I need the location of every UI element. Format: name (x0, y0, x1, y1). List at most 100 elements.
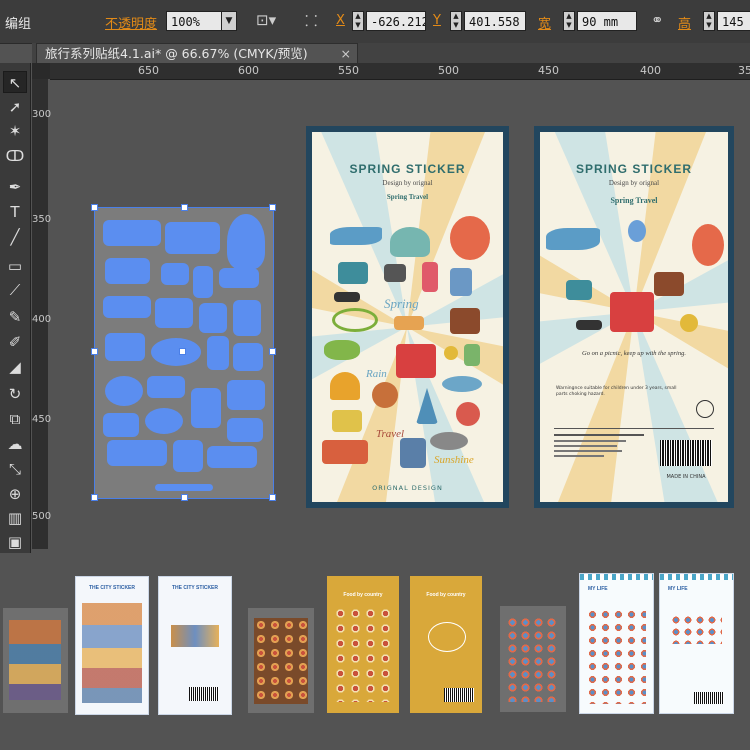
opacity-label[interactable]: 不透明度 (105, 13, 157, 32)
selection-handle[interactable] (181, 204, 188, 211)
ticket-sticker (394, 316, 424, 330)
shape-builder-tool-icon[interactable]: ⊕ (3, 483, 27, 505)
scale-tool-icon[interactable]: ⧉ (3, 408, 27, 430)
slogan-text: Go on a picnic, keep up with the spring. (582, 350, 686, 357)
recolor-icon[interactable]: ⊡▾ (256, 11, 276, 29)
selection-handle[interactable] (91, 204, 98, 211)
ruler-label: 550 (338, 64, 359, 77)
airplane-sticker (546, 228, 600, 250)
magic-wand-tool-icon[interactable]: ✶ (3, 120, 27, 142)
thumbnail-art (670, 614, 722, 644)
sun-sticker (680, 314, 698, 332)
width-label: 宽 (538, 17, 552, 32)
width-input[interactable]: 90 mm (577, 11, 637, 31)
x-input[interactable]: -626.212 (366, 11, 426, 31)
artboard-footer: ORIGNAL DESIGN (372, 484, 443, 492)
thumbnail-art (428, 622, 466, 652)
opacity-dropdown[interactable]: ▼ (221, 11, 237, 31)
car-sticker (324, 340, 360, 360)
rectangle-tool-icon[interactable]: ▭ (3, 255, 27, 277)
height-input[interactable]: 145 (717, 11, 750, 31)
word-rain: Rain (366, 368, 387, 380)
pencil-tool-icon[interactable]: ✎ (3, 306, 27, 328)
barcode (444, 688, 474, 702)
suitcase-sticker (450, 308, 480, 334)
ruler-corner[interactable] (32, 63, 50, 79)
barcode (660, 440, 712, 466)
selection-handle[interactable] (269, 494, 276, 501)
sticker-outline (227, 418, 263, 442)
selection-handle[interactable] (181, 494, 188, 501)
thumbnail-life-back[interactable]: MY LIFE (659, 573, 734, 714)
document-tab[interactable]: 旅行系列贴纸4.1.ai* @ 66.67% (CMYK/预览) × (36, 43, 358, 63)
artboard-tool-icon[interactable]: ▣ (3, 531, 27, 553)
pen-tool-icon[interactable]: ✒ (3, 176, 27, 198)
selection-handle[interactable] (269, 204, 276, 211)
selection-tool-icon[interactable]: ↖ (3, 71, 27, 93)
x-stepper[interactable]: ▲ ▼ (352, 11, 364, 31)
thumbnail-life-front[interactable]: MY LIFE (579, 573, 654, 714)
flower-sticker (628, 220, 646, 242)
selection-handle[interactable] (91, 348, 98, 355)
document-tab-title: 旅行系列贴纸4.1.ai* @ 66.67% (CMYK/预览) (45, 46, 308, 61)
luggage-sticker (422, 262, 438, 292)
thumbnail-city-front[interactable]: THE CITY STICKER (75, 576, 149, 715)
sticker-outline (103, 220, 161, 246)
lasso-tool-icon[interactable]: ↀ (3, 145, 27, 167)
thumbnail-food-back[interactable]: Food by country (410, 576, 482, 713)
rotate-tool-icon[interactable]: ↻ (3, 383, 27, 405)
eraser-tool-icon[interactable]: ◢ (3, 356, 27, 378)
barcode (189, 687, 219, 701)
sticker-back-artboard[interactable]: SPRING STICKER Design by orignal Spring … (534, 126, 734, 508)
column-graph-tool-icon[interactable]: ▥ (3, 507, 27, 529)
sticker-outline (193, 266, 213, 298)
sticker-front-artboard[interactable]: SPRING STICKER Design by orignal Spring … (306, 126, 509, 508)
umbrella-sticker (330, 372, 360, 400)
bicycle-sticker (332, 308, 378, 332)
ruler-label: 600 (238, 64, 259, 77)
free-transform-tool-icon[interactable]: ⤡ (3, 458, 27, 480)
close-icon[interactable]: × (341, 44, 351, 63)
thumbnail-city-cutline[interactable] (3, 608, 68, 713)
horizontal-ruler[interactable]: 650 600 550 500 450 400 35 (50, 63, 750, 80)
sticker-design-by: Design by orignal (382, 179, 433, 187)
sticker-outline (105, 258, 150, 284)
backpack-small-sticker (464, 344, 480, 366)
thumbnail-life-cutline[interactable] (500, 606, 566, 712)
sticker-outline (103, 296, 151, 318)
thumbnail-food-cutline[interactable] (248, 608, 314, 713)
glasses-sticker (334, 292, 360, 302)
sticker-outline (227, 380, 265, 410)
sticker-outline (155, 298, 193, 328)
sticker-outline (219, 268, 259, 288)
selected-cutline-group[interactable] (91, 204, 276, 501)
sticker-design-by: Design by orignal (608, 179, 660, 187)
width-stepper[interactable]: ▲ ▼ (563, 11, 575, 31)
sticker-outline (165, 222, 220, 254)
selection-handle[interactable] (269, 348, 276, 355)
opacity-input[interactable]: 100% (166, 11, 222, 31)
van-sticker (322, 440, 368, 464)
paintbrush-tool-icon[interactable]: ⟋ (3, 279, 27, 301)
selection-handle[interactable] (91, 494, 98, 501)
ruler-label: 35 (738, 64, 750, 77)
line-tool-icon[interactable]: ╱ (3, 226, 27, 248)
direct-selection-tool-icon[interactable]: ➚ (3, 96, 27, 118)
y-input[interactable]: 401.558 (464, 11, 526, 31)
control-bar: 编组 不透明度 100% ▼ ⊡▾ ⸬ X ▲ ▼ -626.212 Y ▲ ▼ 4… (0, 0, 750, 44)
thumbnail-city-back[interactable]: THE CITY STICKER (158, 576, 232, 715)
link-icon[interactable]: ⚭ (651, 11, 664, 29)
ruler-label: 450 (538, 64, 559, 77)
y-stepper[interactable]: ▲ ▼ (450, 11, 462, 31)
thumbnail-title: MY LIFE (588, 586, 608, 592)
thumbnail-food-front[interactable]: Food by country (327, 576, 399, 713)
height-stepper[interactable]: ▲ ▼ (703, 11, 715, 31)
binoculars-sticker (384, 264, 406, 282)
type-tool-icon[interactable]: T (3, 201, 27, 223)
sticker-title: SPRING STICKER (349, 162, 466, 176)
reference-point-icon[interactable]: ⸬ (305, 11, 317, 31)
vertical-ruler[interactable]: 300 350 400 450 500 (32, 79, 51, 549)
suitcase-sticker (654, 272, 684, 296)
blob-brush-tool-icon[interactable]: ✐ (3, 331, 27, 353)
warp-tool-icon[interactable]: ☁ (3, 433, 27, 455)
